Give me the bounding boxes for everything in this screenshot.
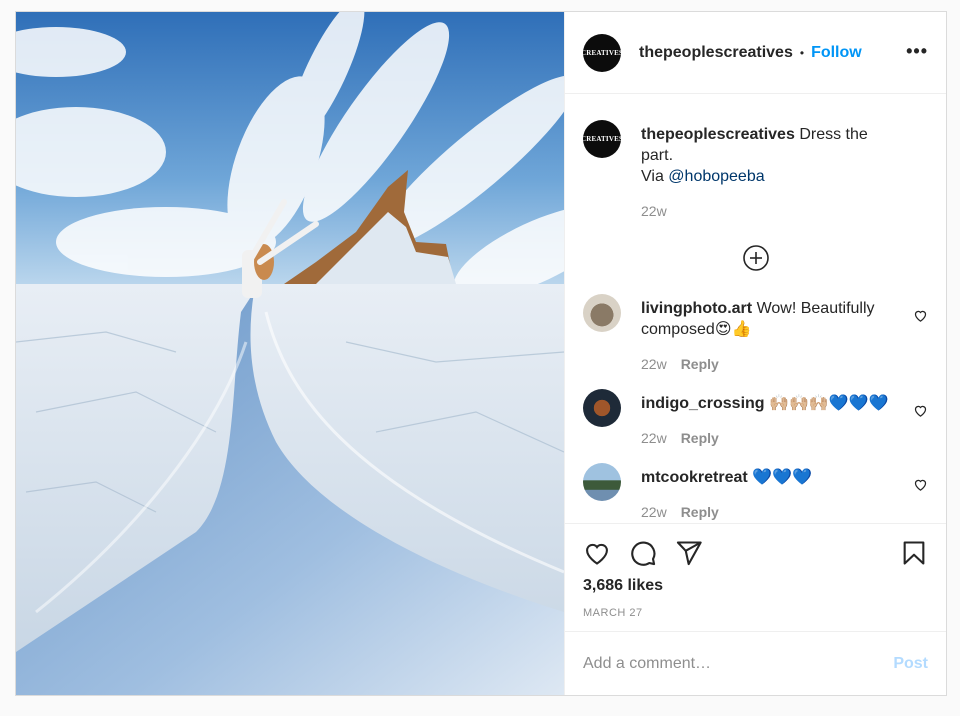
comment-text: 💙💙💙 bbox=[752, 469, 812, 486]
author-username[interactable]: thepeoplescreatives bbox=[639, 44, 793, 62]
caption-username[interactable]: thepeoplescreatives bbox=[641, 126, 795, 143]
heart-icon[interactable] bbox=[913, 477, 928, 492]
comment-meta: 22w Reply bbox=[641, 502, 900, 523]
share-icon[interactable] bbox=[675, 539, 703, 567]
post-header: CREATIVES thepeoplescreatives • Follow •… bbox=[565, 12, 946, 94]
reply-button[interactable]: Reply bbox=[681, 430, 719, 446]
comment-body: indigo_crossing 🙌🏼🙌🏼🙌🏼💙💙💙 22w Reply bbox=[641, 389, 928, 449]
more-icon[interactable]: ••• bbox=[906, 42, 928, 64]
action-bar bbox=[583, 538, 928, 568]
caption-time[interactable]: 22w bbox=[641, 203, 667, 219]
post-image bbox=[16, 12, 564, 695]
post-card: CREATIVES thepeoplescreatives • Follow •… bbox=[15, 11, 947, 696]
comment-username[interactable]: livingphoto.art bbox=[641, 300, 752, 317]
avatar-logo-text: CREATIVES bbox=[583, 134, 621, 144]
caption-body: thepeoplescreatives Dress the part. Via … bbox=[641, 120, 928, 222]
comment-item: livingphoto.art Wow! Beautifully compose… bbox=[583, 294, 928, 375]
commenter-avatar[interactable] bbox=[583, 294, 621, 332]
comments-list[interactable]: CREATIVES thepeoplescreatives Dress the … bbox=[565, 94, 946, 523]
commenter-avatar[interactable] bbox=[583, 389, 621, 427]
comment-item: indigo_crossing 🙌🏼🙌🏼🙌🏼💙💙💙 22w Reply bbox=[583, 389, 928, 449]
post-photo[interactable] bbox=[16, 12, 564, 695]
likes-count[interactable]: 3,686 likes bbox=[583, 577, 928, 595]
comment-item: mtcookretreat 💙💙💙 22w Reply bbox=[583, 463, 928, 523]
separator-dot: • bbox=[799, 45, 805, 60]
comment-composer: Post bbox=[565, 631, 946, 695]
add-comment-input[interactable] bbox=[583, 654, 894, 673]
caption-mention[interactable]: @hobopeeba bbox=[668, 168, 764, 185]
like-heart-icon[interactable] bbox=[583, 539, 611, 567]
plus-circle-icon[interactable] bbox=[742, 244, 770, 272]
comment-meta: 22w Reply bbox=[641, 428, 900, 449]
post-date: MARCH 27 bbox=[583, 607, 643, 619]
comment-icon[interactable] bbox=[629, 539, 657, 567]
comment-time[interactable]: 22w bbox=[641, 504, 667, 520]
comment-time[interactable]: 22w bbox=[641, 356, 667, 372]
comment-body: livingphoto.art Wow! Beautifully compose… bbox=[641, 294, 928, 375]
heart-icon[interactable] bbox=[913, 403, 928, 418]
avatar-logo-text: CREATIVES bbox=[583, 48, 621, 57]
reply-button[interactable]: Reply bbox=[681, 504, 719, 520]
bookmark-icon[interactable] bbox=[900, 539, 928, 567]
heart-icon[interactable] bbox=[913, 308, 928, 323]
comment-body: mtcookretreat 💙💙💙 22w Reply bbox=[641, 463, 928, 523]
follow-button[interactable]: Follow bbox=[811, 44, 862, 62]
comment-text: 🙌🏼🙌🏼🙌🏼💙💙💙 bbox=[769, 395, 889, 412]
caption-via: Via bbox=[641, 168, 664, 185]
author-avatar[interactable]: CREATIVES bbox=[583, 33, 621, 72]
comment-meta: 22w Reply bbox=[641, 354, 900, 375]
caption-avatar[interactable]: CREATIVES bbox=[583, 120, 621, 158]
caption-item: CREATIVES thepeoplescreatives Dress the … bbox=[583, 120, 928, 222]
comment-time[interactable]: 22w bbox=[641, 430, 667, 446]
reply-button[interactable]: Reply bbox=[681, 356, 719, 372]
comment-username[interactable]: indigo_crossing bbox=[641, 395, 765, 412]
commenter-avatar[interactable] bbox=[583, 463, 621, 501]
post-side-panel: CREATIVES thepeoplescreatives • Follow •… bbox=[564, 12, 946, 695]
post-comment-button[interactable]: Post bbox=[893, 655, 928, 673]
post-actions-section: 3,686 likes MARCH 27 bbox=[565, 523, 946, 631]
caption-meta: 22w bbox=[641, 201, 900, 222]
comment-username[interactable]: mtcookretreat bbox=[641, 469, 748, 486]
